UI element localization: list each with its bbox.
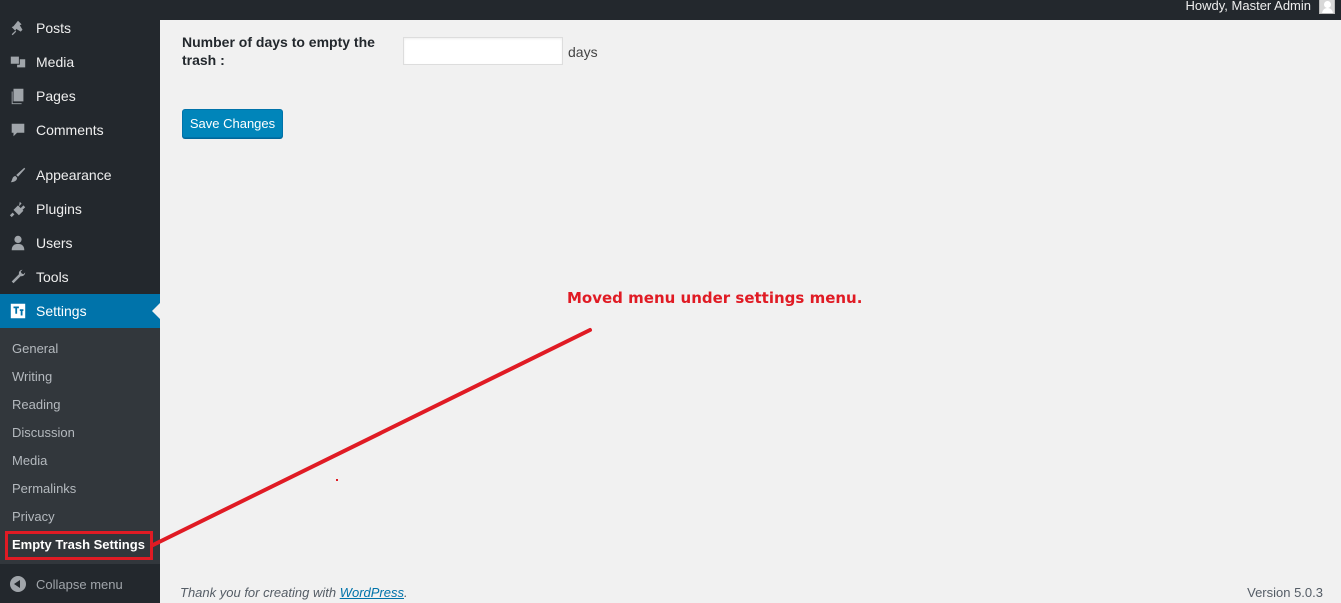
sidebar-item-media[interactable]: Media — [0, 45, 160, 79]
footer-thanks-prefix: Thank you for creating with — [180, 585, 340, 600]
annotation-text: Moved menu under settings menu. — [567, 289, 863, 307]
submenu-permalinks[interactable]: Permalinks — [12, 480, 76, 498]
brush-icon — [0, 166, 36, 184]
footer-version: Version 5.0.3 — [1247, 585, 1323, 600]
collapse-icon — [0, 576, 36, 592]
comment-icon — [0, 121, 36, 139]
sidebar-item-label: Media — [36, 54, 75, 70]
sidebar-item-label: Tools — [36, 269, 69, 285]
pages-icon — [0, 87, 36, 105]
wrench-icon — [0, 268, 36, 286]
submenu-general[interactable]: General — [12, 340, 58, 358]
footer-thanks-suffix: . — [404, 585, 408, 600]
collapse-label: Collapse menu — [36, 576, 123, 592]
avatar[interactable] — [1319, 0, 1335, 14]
sidebar-item-label: Comments — [36, 122, 104, 138]
sidebar-item-settings[interactable]: Settings — [0, 294, 160, 328]
pin-icon — [0, 19, 36, 37]
settings-submenu: General Writing Reading Discussion Media… — [0, 328, 160, 564]
collapse-menu-button[interactable]: Collapse menu — [0, 568, 160, 600]
days-input[interactable] — [403, 37, 563, 65]
sidebar-item-label: Plugins — [36, 201, 82, 217]
submenu-discussion[interactable]: Discussion — [12, 424, 75, 442]
annotation-arrow-line — [151, 328, 592, 547]
submenu-privacy[interactable]: Privacy — [12, 508, 55, 526]
sidebar-item-label: Settings — [36, 303, 87, 319]
submenu-writing[interactable]: Writing — [12, 368, 52, 386]
sidebar-item-label: Posts — [36, 20, 72, 36]
footer-thanks: Thank you for creating with WordPress. — [180, 585, 408, 600]
media-icon — [0, 53, 36, 71]
sidebar-item-tools[interactable]: Tools — [0, 260, 160, 294]
sidebar-item-label: Users — [36, 235, 73, 251]
admin-sidebar: Posts Media Pages Comments Appearance Pl… — [0, 0, 160, 603]
user-icon — [0, 234, 36, 252]
days-unit-label: days — [568, 44, 598, 60]
sidebar-item-label: Appearance — [36, 167, 112, 183]
submenu-media[interactable]: Media — [12, 452, 47, 470]
sidebar-item-appearance[interactable]: Appearance — [0, 158, 160, 192]
plug-icon — [0, 200, 36, 218]
howdy-greeting[interactable]: Howdy, Master Admin — [1186, 0, 1311, 15]
annotation-dot — [336, 479, 338, 481]
settings-icon — [0, 302, 36, 320]
annotation-highlight-box — [5, 531, 153, 560]
sidebar-item-users[interactable]: Users — [0, 226, 160, 260]
wordpress-link[interactable]: WordPress — [340, 585, 404, 600]
days-field-label: Number of days to empty the trash : — [182, 34, 375, 68]
sidebar-item-label: Pages — [36, 88, 76, 104]
sidebar-item-comments[interactable]: Comments — [0, 113, 160, 147]
sidebar-item-plugins[interactable]: Plugins — [0, 192, 160, 226]
sidebar-item-posts[interactable]: Posts — [0, 11, 160, 45]
sidebar-item-pages[interactable]: Pages — [0, 79, 160, 113]
admin-bar: Howdy, Master Admin — [0, 0, 1341, 20]
save-changes-button[interactable]: Save Changes — [182, 109, 283, 138]
submenu-reading[interactable]: Reading — [12, 396, 60, 414]
